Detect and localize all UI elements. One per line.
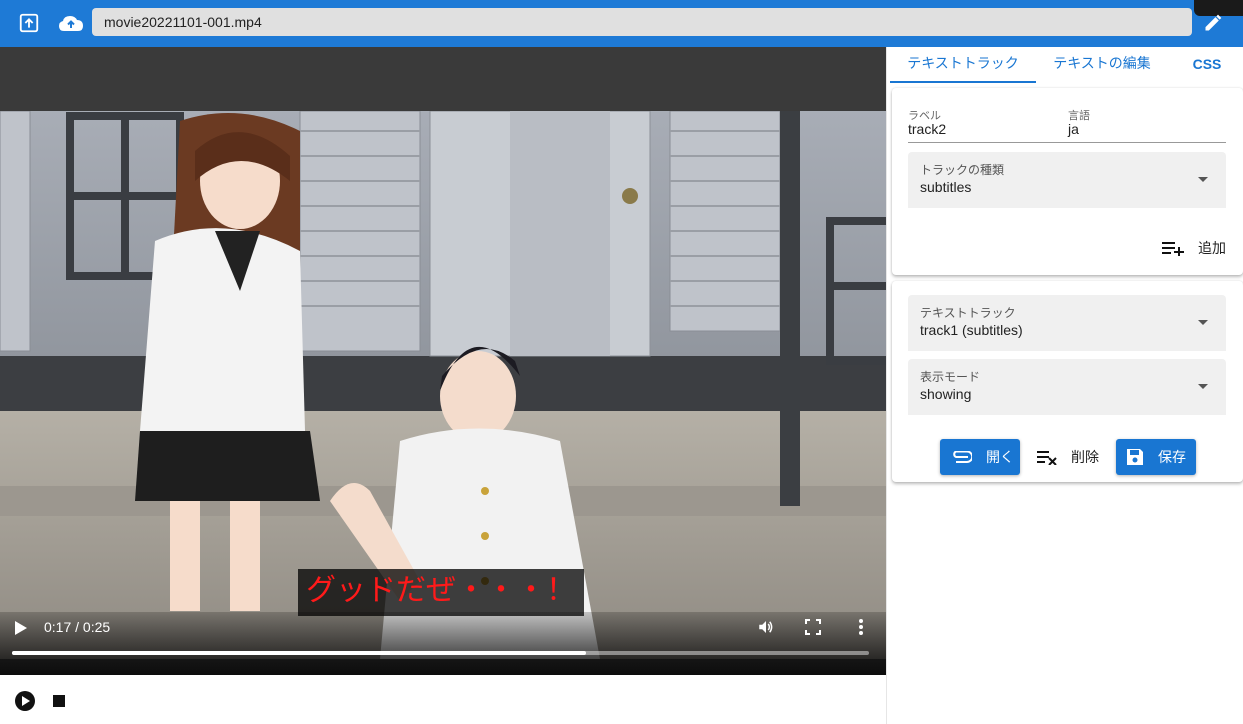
- stop-icon[interactable]: [53, 695, 65, 707]
- add-track-label: 追加: [1198, 241, 1226, 257]
- track-kind-value: subtitles: [920, 179, 972, 195]
- save-label: 保存: [1158, 450, 1186, 466]
- subtitle-caption: グッドだぜ・・・！: [298, 569, 584, 616]
- attach-icon: [950, 451, 972, 463]
- open-file-icon[interactable]: [14, 8, 44, 38]
- playlist-remove-icon: [1037, 449, 1057, 465]
- cloud-upload-icon[interactable]: [56, 8, 86, 38]
- edit-icon[interactable]: [1198, 8, 1228, 38]
- time-display: 0:17 / 0:25: [44, 619, 111, 635]
- new-track-card: ラベル track2 言語 ja トラックの種類 subtitles 追加: [892, 88, 1243, 275]
- display-mode-select[interactable]: 表示モード showing: [908, 359, 1226, 415]
- track-kind-caption: トラックの種類: [920, 163, 1005, 177]
- file-name-field[interactable]: movie20221101-001.mp4: [92, 8, 1192, 36]
- delete-button[interactable]: 削除: [1037, 439, 1099, 475]
- tab-text-edit[interactable]: テキストの編集: [1043, 47, 1161, 83]
- field-underline: [908, 142, 1226, 143]
- seek-bar[interactable]: [12, 651, 869, 655]
- chevron-down-icon: [1198, 384, 1208, 389]
- more-options-icon[interactable]: [858, 618, 864, 640]
- chevron-down-icon: [1198, 320, 1208, 325]
- chevron-down-icon: [1198, 177, 1208, 182]
- save-icon: [1126, 448, 1144, 466]
- fullscreen-icon[interactable]: [805, 619, 821, 639]
- track-list-card: テキストトラック track1 (subtitles) 表示モード showin…: [892, 281, 1243, 482]
- seek-bar-fill: [12, 651, 587, 655]
- track-kind-select[interactable]: トラックの種類 subtitles: [908, 152, 1226, 208]
- playlist-add-icon: [1162, 240, 1184, 256]
- text-track-select[interactable]: テキストトラック track1 (subtitles): [908, 295, 1226, 351]
- text-track-caption: テキストトラック: [920, 306, 1016, 320]
- language-input[interactable]: ja: [1068, 121, 1079, 137]
- playback-bar: [0, 675, 886, 724]
- side-panel: テキストトラック テキストの編集 CSS ラベル track2 言語 ja トラ…: [886, 47, 1243, 724]
- display-mode-caption: 表示モード: [920, 370, 981, 384]
- open-label: 開く: [986, 450, 1014, 466]
- volume-icon[interactable]: [756, 618, 776, 640]
- play-circle-icon[interactable]: [14, 690, 36, 716]
- tab-text-track[interactable]: テキストトラック: [890, 47, 1036, 83]
- label-input[interactable]: track2: [908, 121, 946, 137]
- display-mode-value: showing: [920, 386, 972, 402]
- play-icon[interactable]: [14, 620, 28, 640]
- delete-label: 削除: [1071, 450, 1099, 466]
- tab-css[interactable]: CSS: [1183, 47, 1231, 83]
- app-bar: movie20221101-001.mp4: [0, 0, 1243, 47]
- open-button[interactable]: 開く: [940, 439, 1020, 475]
- video-player[interactable]: グッドだぜ・・・！ 0:17 / 0:25: [0, 47, 886, 675]
- text-track-value: track1 (subtitles): [920, 322, 1023, 338]
- video-controls: [0, 612, 886, 675]
- tab-bar: テキストトラック テキストの編集 CSS: [887, 47, 1243, 83]
- save-button[interactable]: 保存: [1116, 439, 1196, 475]
- add-track-button[interactable]: 追加: [1162, 230, 1226, 266]
